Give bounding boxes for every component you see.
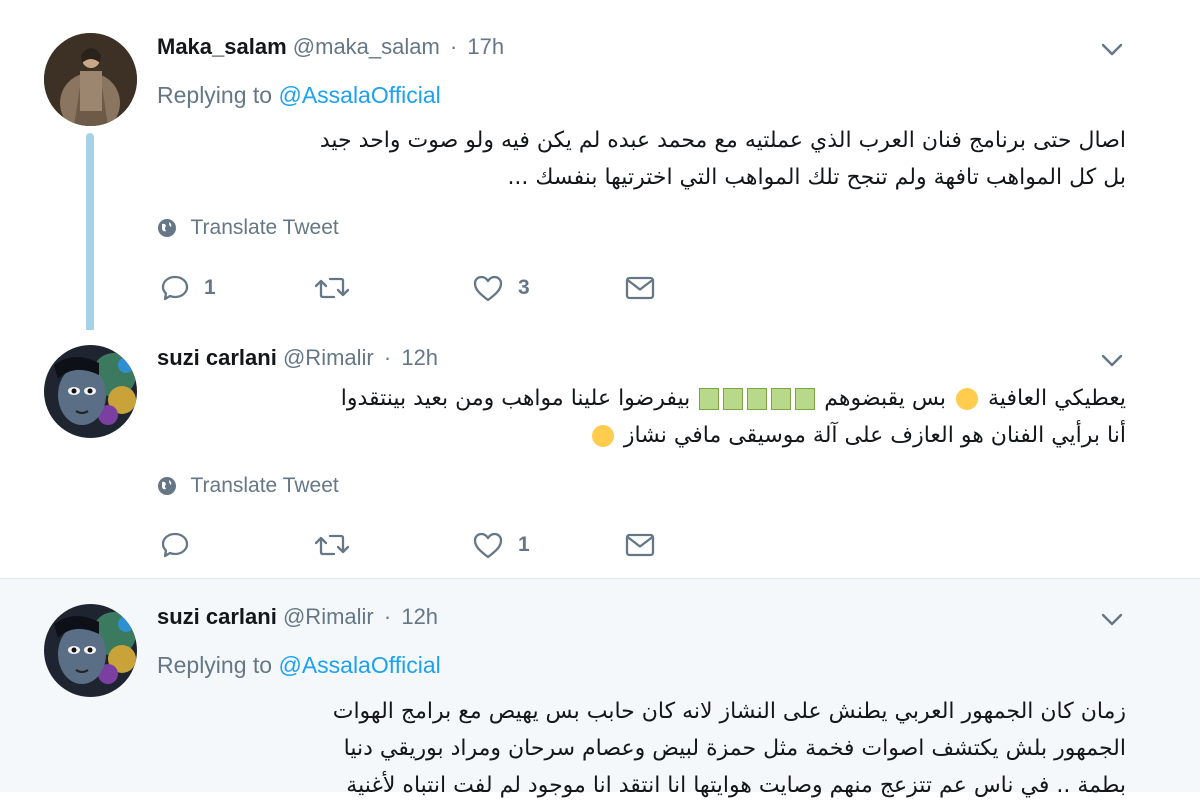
tweet-actions: 1 3 <box>160 270 660 306</box>
money-icon <box>723 388 744 410</box>
direct-message-button[interactable] <box>624 527 656 563</box>
separator-dot: · <box>383 345 392 370</box>
reply-button[interactable]: 1 <box>160 270 216 306</box>
replying-prefix: Replying to <box>157 652 273 678</box>
tweet-text: اصال حتى برنامج فنان العرب الذي عملتيه م… <box>146 122 1126 196</box>
separator-dot: · <box>449 34 458 59</box>
separator-dot: · <box>383 604 392 629</box>
tweet-2[interactable]: suzi carlani @Rimalir · 12h يعطيكي العاف… <box>0 330 1200 579</box>
tweet-text-line: الجمهور بلش يكتشف اصوات فخمة مثل حمزة لب… <box>343 736 1126 761</box>
avatar[interactable] <box>44 345 137 438</box>
tweet-text: زمان كان الجمهور العربي يطنش على النشاز … <box>146 693 1126 804</box>
translate-label[interactable]: Translate Tweet <box>190 216 338 239</box>
reply-icon <box>161 275 189 301</box>
avatar[interactable] <box>44 33 137 126</box>
tweet-text-line: اصال حتى برنامج فنان العرب الذي عملتيه م… <box>319 128 1126 153</box>
tweet-text-segment: أنا برأيي الفنان هو العازف على آلة موسيق… <box>623 423 1126 448</box>
money-icon <box>699 388 720 410</box>
tweet-header: suzi carlani @Rimalir · 12h <box>157 344 438 372</box>
avatar[interactable] <box>44 604 137 697</box>
retweet-icon <box>314 534 350 556</box>
kissing-face-icon <box>956 388 979 410</box>
tweet-header: Maka_salam @maka_salam · 17h <box>157 33 504 61</box>
globe-icon <box>158 219 176 238</box>
user-name[interactable]: Maka_salam <box>157 34 287 59</box>
retweet-button[interactable] <box>314 527 350 563</box>
user-handle[interactable]: @Rimalir <box>283 345 374 370</box>
tweet-text-line: يعطيكي العافية بس يقبضوهم بيفرضوا علينا … <box>146 380 1126 417</box>
message-icon <box>625 533 655 557</box>
user-name[interactable]: suzi carlani <box>157 345 277 370</box>
reply-icon <box>161 532 189 558</box>
like-count: 1 <box>518 533 530 556</box>
tweet-3[interactable]: suzi carlani @Rimalir · 12h Replying to … <box>0 579 1200 798</box>
tweet-timestamp[interactable]: 17h <box>467 34 504 59</box>
replying-to-line: Replying to @AssalaOfficial <box>157 80 441 110</box>
money-icon <box>747 388 768 410</box>
translate-tweet-link[interactable]: Translate Tweet <box>157 473 339 499</box>
tweet-text-line: بطمة .. في ناس عم تتزعج منهم وصايت هوايت… <box>346 773 1126 798</box>
message-icon <box>625 276 655 300</box>
tweet-text-segment: يعطيكي العافية <box>988 386 1126 411</box>
translate-label[interactable]: Translate Tweet <box>190 474 338 497</box>
tweet-text: يعطيكي العافية بس يقبضوهم بيفرضوا علينا … <box>146 380 1126 454</box>
astonished-face-icon <box>591 425 614 447</box>
retweet-icon <box>314 277 350 299</box>
translate-tweet-link[interactable]: Translate Tweet <box>157 215 339 241</box>
replying-to-line: Replying to @AssalaOfficial <box>157 650 441 680</box>
tweet-text-line: أنا برأيي الفنان هو العازف على آلة موسيق… <box>146 417 1126 454</box>
money-icon <box>771 388 792 410</box>
thread-connector-line <box>86 133 94 340</box>
mention-link[interactable]: @AssalaOfficial <box>278 652 440 678</box>
direct-message-button[interactable] <box>624 270 656 306</box>
chevron-down-icon[interactable] <box>1100 611 1124 629</box>
tweet-text-line: بل كل المواهب تافهة ولم تنجح تلك المواهب… <box>507 165 1126 190</box>
money-icon <box>795 388 816 410</box>
tweet-text-line: زمان كان الجمهور العربي يطنش على النشاز … <box>332 699 1126 724</box>
like-icon <box>473 275 503 302</box>
globe-icon <box>158 477 176 496</box>
mention-link[interactable]: @AssalaOfficial <box>278 82 440 108</box>
chevron-down-icon[interactable] <box>1100 41 1124 59</box>
reply-button[interactable] <box>160 527 190 563</box>
retweet-button[interactable] <box>314 270 350 306</box>
like-icon <box>473 532 503 559</box>
tweet-1[interactable]: Maka_salam @maka_salam · 17h Replying to… <box>0 0 1200 340</box>
chevron-down-icon[interactable] <box>1100 352 1124 370</box>
like-button[interactable]: 3 <box>472 270 530 306</box>
replying-prefix: Replying to <box>157 82 273 108</box>
tweet-actions: 1 <box>160 527 660 563</box>
user-handle[interactable]: @Rimalir <box>283 604 374 629</box>
tweet-text-segment: بيفرضوا علينا مواهب ومن بعيد بينتقدوا <box>340 386 691 411</box>
tweet-header: suzi carlani @Rimalir · 12h <box>157 603 438 631</box>
tweet-text-segment: بس يقبضوهم <box>824 386 947 411</box>
tweet-timestamp[interactable]: 12h <box>401 604 438 629</box>
user-handle[interactable]: @maka_salam <box>293 34 440 59</box>
tweet-timestamp[interactable]: 12h <box>401 345 438 370</box>
like-count: 3 <box>518 276 530 299</box>
like-button[interactable]: 1 <box>472 527 530 563</box>
user-name[interactable]: suzi carlani <box>157 604 277 629</box>
reply-count: 1 <box>204 276 216 299</box>
